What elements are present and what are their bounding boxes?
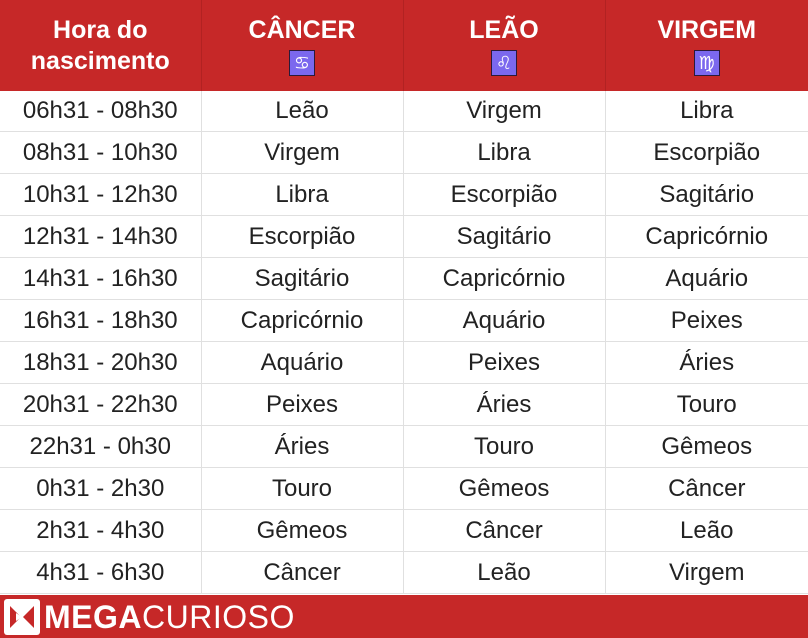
cell-birth-time: 12h31 - 14h30 (0, 215, 202, 258)
cell-virgo: Câncer (604, 467, 808, 510)
cell-leo: Peixes (402, 341, 606, 384)
header-leo-label: LEÃO (469, 15, 539, 44)
cell-leo: Áries (402, 383, 606, 426)
header-birth-time: Hora do nascimento (0, 0, 202, 91)
leo-icon: ♌ (491, 49, 517, 76)
cell-leo: Virgem (402, 91, 606, 132)
cancer-icon: ♋ (289, 49, 315, 76)
table-row: 20h31 - 22h30 Peixes Áries Touro (0, 383, 808, 426)
cell-cancer: Virgem (200, 131, 404, 174)
cell-cancer: Escorpião (200, 215, 404, 258)
cell-birth-time: 0h31 - 2h30 (0, 467, 202, 510)
cell-birth-time: 22h31 - 0h30 (0, 425, 202, 468)
cell-leo: Touro (402, 425, 606, 468)
header-birth-time-label: Hora do nascimento (30, 15, 170, 75)
cell-leo: Aquário (402, 299, 606, 342)
cell-virgo: Aquário (604, 257, 808, 300)
cell-cancer: Touro (200, 467, 404, 510)
cell-leo: Gêmeos (402, 467, 606, 510)
table-row: 16h31 - 18h30 Capricórnio Aquário Peixes (0, 299, 808, 342)
cell-birth-time: 06h31 - 08h30 (0, 91, 202, 132)
cell-cancer: Áries (200, 425, 404, 468)
cell-birth-time: 18h31 - 20h30 (0, 341, 202, 384)
table-row: 08h31 - 10h30 Virgem Libra Escorpião (0, 131, 808, 174)
cell-cancer: Leão (200, 91, 404, 132)
table-header: Hora do nascimento CÂNCER ♋ LEÃO ♌ VIRGE… (0, 0, 808, 91)
cell-virgo: Gêmeos (604, 425, 808, 468)
cell-birth-time: 10h31 - 12h30 (0, 173, 202, 216)
cell-birth-time: 4h31 - 6h30 (0, 551, 202, 594)
megacurioso-logo-icon (4, 598, 40, 635)
table-row: 06h31 - 08h30 Leão Virgem Libra (0, 91, 808, 132)
cell-leo: Leão (402, 551, 606, 594)
cell-birth-time: 16h31 - 18h30 (0, 299, 202, 342)
header-cancer-label: CÂNCER (248, 15, 356, 44)
table-row: 18h31 - 20h30 Aquário Peixes Áries (0, 341, 808, 384)
cell-virgo: Peixes (604, 299, 808, 342)
table-row: 0h31 - 2h30 Touro Gêmeos Câncer (0, 467, 808, 510)
table-row: 22h31 - 0h30 Áries Touro Gêmeos (0, 425, 808, 468)
table-row: 14h31 - 16h30 Sagitário Capricórnio Aquário (0, 257, 808, 300)
cell-virgo: Áries (604, 341, 808, 384)
cell-leo: Escorpião (402, 173, 606, 216)
brand-wordmark: MEGACURIOSO (44, 599, 295, 635)
header-leo: LEÃO ♌ (403, 0, 606, 91)
cell-virgo: Virgem (604, 551, 808, 594)
header-virgo: VIRGEM ♍ (605, 0, 808, 91)
brand-mega: MEGA (44, 598, 142, 635)
brand-curioso: CURIOSO (142, 598, 295, 635)
ascendant-table: Hora do nascimento CÂNCER ♋ LEÃO ♌ VIRGE… (0, 0, 808, 594)
cell-cancer: Câncer (200, 551, 404, 594)
cell-cancer: Libra (200, 173, 404, 216)
header-virgo-label: VIRGEM (657, 15, 757, 44)
table-row: 4h31 - 6h30 Câncer Leão Virgem (0, 551, 808, 594)
cell-cancer: Gêmeos (200, 509, 404, 552)
cell-leo: Sagitário (402, 215, 606, 258)
cell-virgo: Capricórnio (604, 215, 808, 258)
cell-birth-time: 14h31 - 16h30 (0, 257, 202, 300)
cell-birth-time: 2h31 - 4h30 (0, 509, 202, 552)
cell-cancer: Sagitário (200, 257, 404, 300)
table-body: 06h31 - 08h30 Leão Virgem Libra 08h31 - 10h3… (0, 91, 808, 594)
cell-leo: Câncer (402, 509, 606, 552)
footer-brand-bar: MEGACURIOSO (0, 595, 808, 638)
cell-cancer: Aquário (200, 341, 404, 384)
cell-virgo: Sagitário (604, 173, 808, 216)
cell-birth-time: 08h31 - 10h30 (0, 131, 202, 174)
virgo-icon: ♍ (693, 49, 720, 76)
cell-virgo: Leão (604, 509, 808, 552)
cell-cancer: Capricórnio (200, 299, 404, 342)
cell-leo: Libra (402, 131, 606, 174)
table-row: 2h31 - 4h30 Gêmeos Câncer Leão (0, 509, 808, 552)
table-row: 12h31 - 14h30 Escorpião Sagitário Capricórn… (0, 215, 808, 258)
cell-virgo: Libra (604, 91, 808, 132)
table-row: 10h31 - 12h30 Libra Escorpião Sagitário (0, 173, 808, 216)
cell-virgo: Touro (604, 383, 808, 426)
cell-virgo: Escorpião (604, 131, 808, 174)
cell-leo: Capricórnio (402, 257, 606, 300)
header-cancer: CÂNCER ♋ (201, 0, 404, 91)
cell-birth-time: 20h31 - 22h30 (0, 383, 202, 426)
cell-cancer: Peixes (200, 383, 404, 426)
